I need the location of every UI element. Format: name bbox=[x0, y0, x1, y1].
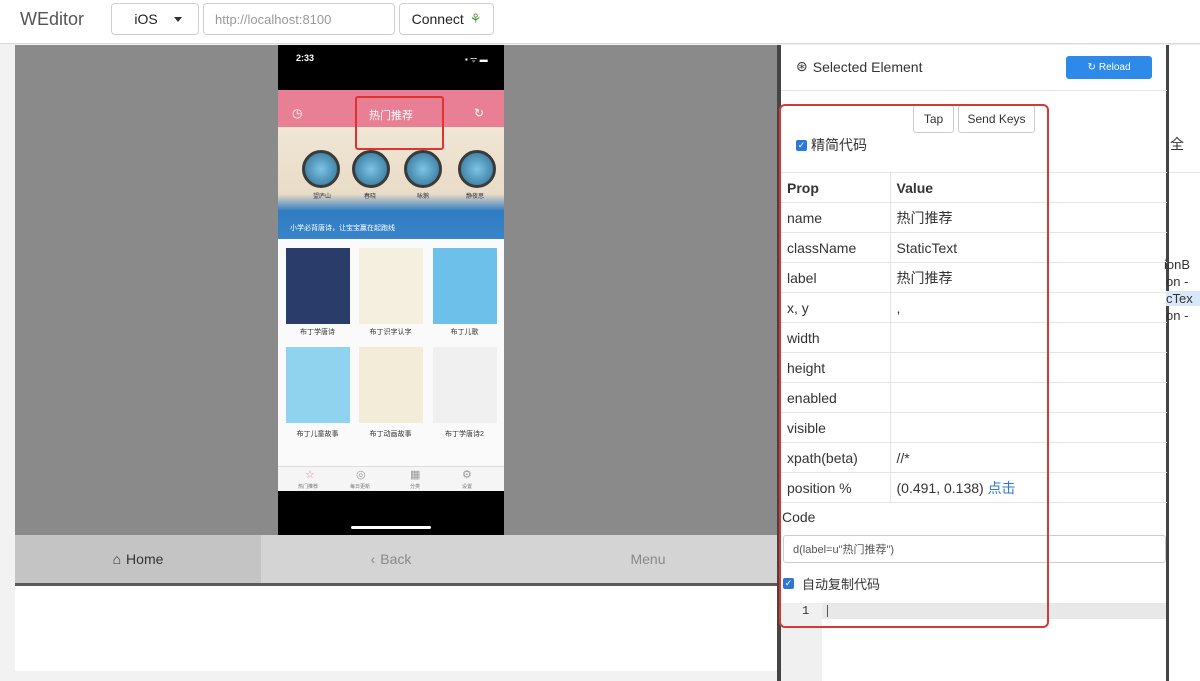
platform-label: iOS bbox=[134, 11, 158, 27]
selection-highlight bbox=[355, 96, 444, 150]
chevron-left-icon: ‹ bbox=[370, 551, 376, 567]
banner-item-image[interactable] bbox=[404, 150, 442, 188]
menu-button[interactable]: Menu bbox=[520, 535, 776, 583]
back-button[interactable]: ‹ Back bbox=[263, 535, 519, 583]
connect-label: Connect bbox=[411, 11, 464, 27]
tile-image[interactable] bbox=[433, 248, 497, 324]
home-button[interactable]: ⌂ Home bbox=[15, 535, 261, 583]
target-icon: ⊛ bbox=[796, 58, 808, 74]
hierarchy-text: 全 bbox=[1170, 136, 1184, 152]
divider bbox=[781, 90, 1167, 91]
refresh-icon: ↻ bbox=[1087, 62, 1096, 73]
banner-item-label: 静夜思 bbox=[466, 194, 485, 200]
gear-icon[interactable]: ⚙ bbox=[462, 468, 472, 481]
banner-item-image[interactable] bbox=[302, 150, 340, 188]
tab-label: 每日更新 bbox=[350, 484, 371, 490]
hierarchy-text[interactable]: ionB bbox=[1164, 257, 1190, 272]
plug-icon: ⚘ bbox=[469, 11, 482, 26]
tile-image[interactable] bbox=[286, 347, 350, 423]
home-icon: ⌂ bbox=[112, 551, 122, 567]
lower-panel bbox=[15, 586, 777, 671]
divider bbox=[1169, 172, 1200, 173]
grid-icon[interactable]: ▦ bbox=[410, 468, 420, 481]
reload-button[interactable]: ↻ Reload bbox=[1066, 56, 1152, 79]
tile-image[interactable] bbox=[433, 347, 497, 423]
tab-label: 分类 bbox=[410, 484, 421, 490]
menu-label: Menu bbox=[630, 551, 666, 567]
home-indicator bbox=[351, 526, 431, 529]
back-label: Back bbox=[380, 551, 412, 567]
connect-button[interactable]: Connect ⚘ bbox=[399, 3, 494, 35]
planet-icon[interactable]: ◎ bbox=[356, 468, 366, 481]
tile-label: 布丁动画故事 bbox=[369, 431, 412, 438]
banner-caption: 小学必背唐诗，让宝宝赢在起跑线 bbox=[290, 225, 395, 232]
tile-label: 布丁学唐诗2 bbox=[445, 431, 484, 438]
tile-label: 布丁儿童故事 bbox=[296, 431, 339, 438]
banner-item-image[interactable] bbox=[352, 150, 390, 188]
hierarchy-text-selected[interactable]: cTex bbox=[1166, 291, 1200, 306]
tile-image[interactable] bbox=[359, 248, 423, 324]
clock-icon[interactable]: ◷ bbox=[292, 106, 302, 120]
platform-select[interactable]: iOS bbox=[111, 3, 199, 35]
device-url-input[interactable] bbox=[203, 3, 395, 35]
tile-label: 布丁识字认字 bbox=[369, 329, 412, 336]
selected-element-heading: ⊛ Selected Element bbox=[796, 58, 922, 75]
selected-element-title: Selected Element bbox=[812, 58, 923, 75]
app-title: WEditor bbox=[20, 9, 85, 29]
tab-label: 设置 bbox=[462, 484, 473, 490]
banner-item-image[interactable] bbox=[458, 150, 496, 188]
banner-item-label: 望庐山 bbox=[313, 194, 332, 200]
hierarchy-text[interactable]: on - bbox=[1166, 308, 1188, 323]
banner-item-label: 春晓 bbox=[364, 194, 377, 200]
status-icons: ▪ ᯤ ▬ bbox=[465, 55, 488, 64]
tile-label: 布丁学唐诗 bbox=[300, 329, 335, 336]
banner-item-label: 咏鹅 bbox=[417, 194, 430, 200]
refresh-icon[interactable]: ↻ bbox=[474, 106, 484, 120]
tab-label: 热门推荐 bbox=[298, 484, 319, 490]
annotation-frame bbox=[779, 104, 1049, 628]
tile-image[interactable] bbox=[286, 248, 350, 324]
star-icon[interactable]: ☆ bbox=[305, 468, 315, 481]
reload-label: Reload bbox=[1098, 62, 1131, 73]
tile-label: 布丁儿歌 bbox=[450, 329, 479, 336]
home-label: Home bbox=[126, 551, 164, 567]
status-time: 2:33 bbox=[296, 53, 315, 63]
hierarchy-text[interactable]: on - bbox=[1166, 274, 1188, 289]
caret-down-icon bbox=[173, 16, 182, 22]
tile-image[interactable] bbox=[359, 347, 423, 423]
